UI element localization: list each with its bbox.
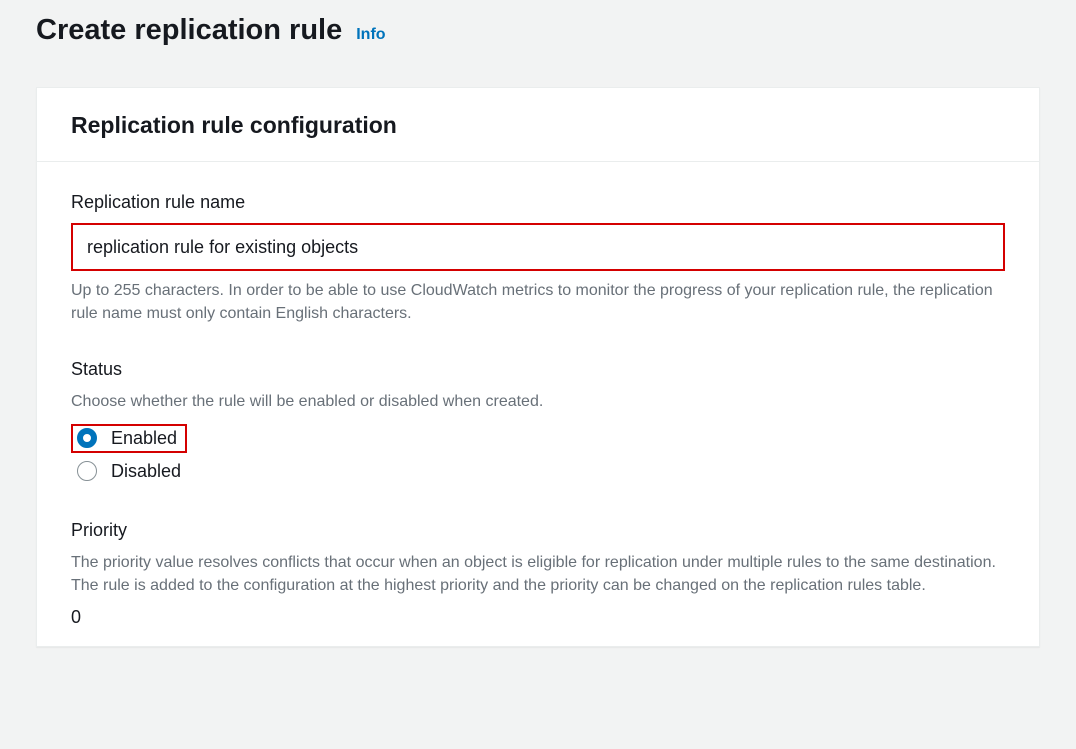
rule-name-field: Replication rule name Up to 255 characte… — [71, 192, 1005, 325]
status-help: Choose whether the rule will be enabled … — [71, 390, 1005, 413]
config-panel: Replication rule configuration Replicati… — [36, 87, 1040, 647]
panel-title: Replication rule configuration — [71, 112, 1005, 139]
status-enabled-label: Enabled — [111, 428, 177, 449]
panel-body: Replication rule name Up to 255 characte… — [37, 162, 1039, 646]
rule-name-input[interactable] — [71, 223, 1005, 271]
rule-name-help: Up to 255 characters. In order to be abl… — [71, 279, 1005, 325]
priority-label: Priority — [71, 520, 1005, 541]
priority-field: Priority The priority value resolves con… — [71, 520, 1005, 628]
status-radio-group: Enabled Disabled — [71, 424, 1005, 486]
panel-header: Replication rule configuration — [37, 88, 1039, 162]
status-radio-disabled[interactable]: Disabled — [71, 457, 187, 486]
priority-help: The priority value resolves conflicts th… — [71, 551, 1005, 597]
info-link[interactable]: Info — [356, 26, 385, 44]
page-header: Create replication rule Info — [0, 0, 1076, 53]
status-radio-enabled[interactable]: Enabled — [71, 424, 187, 453]
status-field: Status Choose whether the rule will be e… — [71, 359, 1005, 485]
radio-unselected-icon — [77, 461, 97, 481]
status-label: Status — [71, 359, 1005, 380]
priority-value: 0 — [71, 607, 1005, 628]
rule-name-label: Replication rule name — [71, 192, 1005, 213]
status-disabled-label: Disabled — [111, 461, 181, 482]
radio-selected-icon — [77, 428, 97, 448]
page-title: Create replication rule — [36, 14, 342, 47]
